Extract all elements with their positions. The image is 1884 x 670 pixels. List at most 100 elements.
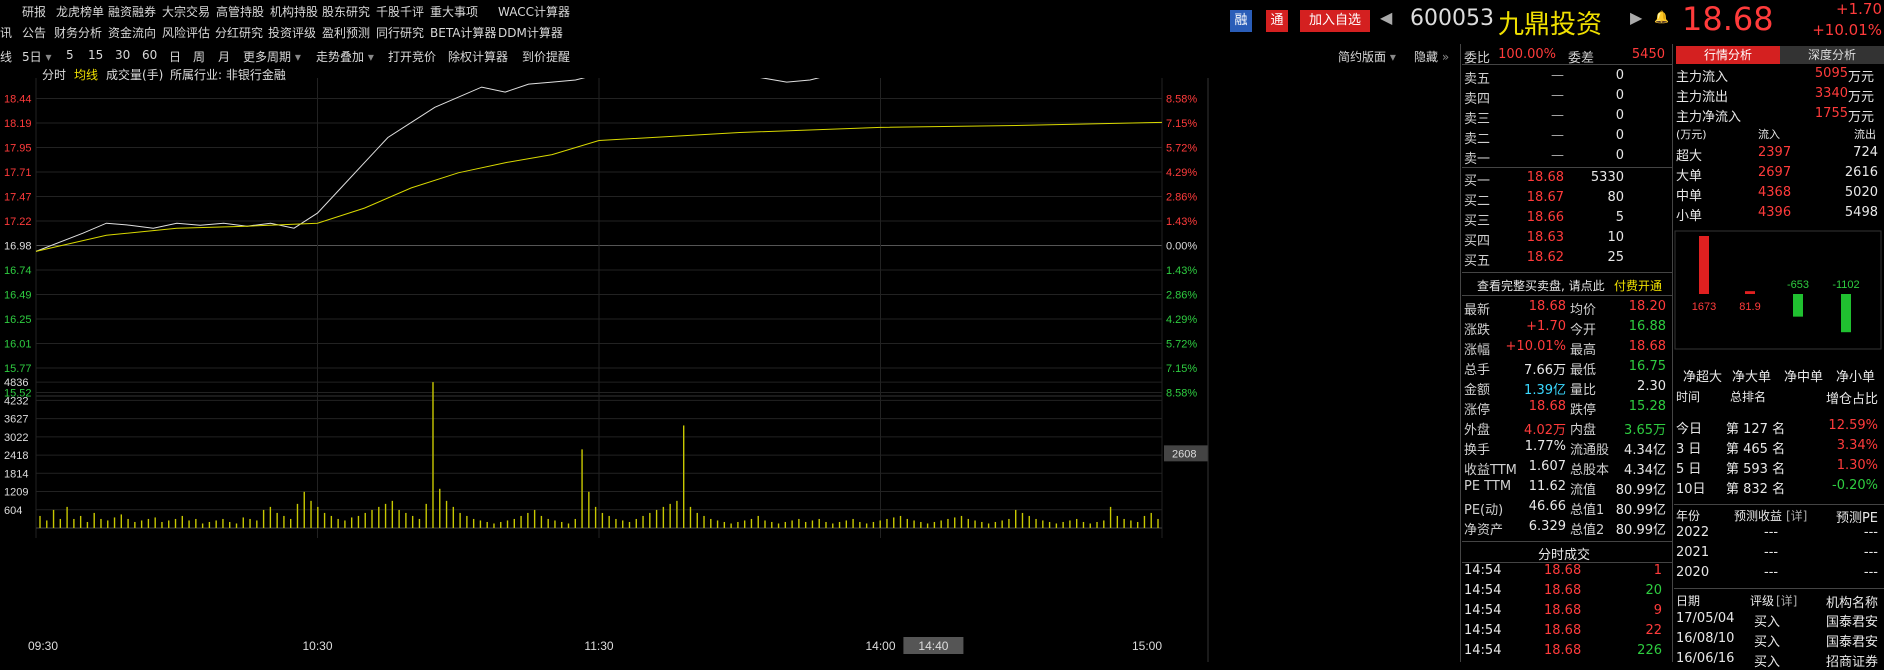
menu-item-9[interactable]: WACC计算器 bbox=[498, 3, 570, 20]
menu-item-3[interactable]: 大宗交易 bbox=[162, 3, 210, 20]
interval-5[interactable]: 5 bbox=[66, 48, 74, 62]
menu-item-r2-4[interactable]: 分红研究 bbox=[215, 24, 263, 41]
tick-time: 14:54 bbox=[1464, 563, 1502, 578]
rating-org-header: 机构名称 bbox=[1825, 596, 1878, 611]
y-left-tick: 16.98 bbox=[4, 241, 32, 253]
interval-week[interactable]: 周 bbox=[193, 48, 205, 65]
exright-calculator-button[interactable]: 除权计算器 bbox=[448, 48, 508, 65]
menu-item-5[interactable]: 机构持股 bbox=[270, 3, 318, 20]
net-label: 净小单 bbox=[1836, 370, 1876, 385]
bell-icon[interactable]: 🔔 bbox=[1654, 10, 1669, 24]
quote-value: 16.88 bbox=[1628, 319, 1666, 334]
menu-item-r2-7[interactable]: 同行研究 bbox=[376, 24, 424, 41]
menu-item-r2-8[interactable]: BETA计算器 bbox=[430, 24, 496, 41]
overlay-menu[interactable]: 走势叠加 ▾ bbox=[316, 48, 374, 65]
sell-volume: 0 bbox=[1615, 68, 1624, 83]
tick-volume: 226 bbox=[1637, 643, 1662, 658]
rating-value: 买入 bbox=[1754, 655, 1781, 670]
hide-button[interactable]: 隐藏 » bbox=[1414, 48, 1449, 65]
orderbook-divider bbox=[1462, 64, 1672, 65]
menu-item-r2-6[interactable]: 盈利预测 bbox=[322, 24, 370, 41]
net-flow-chart: 1673 81.9 -653 -1102 bbox=[1674, 230, 1882, 350]
stock-code: 600053 bbox=[1410, 6, 1494, 31]
menu-item-r2-1[interactable]: 财务分析 bbox=[54, 24, 102, 41]
quote-label: 涨幅 bbox=[1464, 343, 1491, 358]
interval-day[interactable]: 日 bbox=[169, 48, 181, 65]
tab-quote-analysis[interactable]: 行情分析 bbox=[1676, 46, 1780, 64]
chevron-down-icon: ▾ bbox=[41, 50, 52, 64]
orderbook-divider bbox=[1462, 167, 1672, 168]
rating-header: 评级 bbox=[1750, 594, 1775, 608]
sell-volume: 0 bbox=[1615, 128, 1624, 143]
price-alert-button[interactable]: 到价提醒 bbox=[522, 48, 570, 65]
buy-label: 买三 bbox=[1464, 214, 1491, 229]
rating-detail-link[interactable]: [详] bbox=[1776, 592, 1797, 609]
net-label: 净大单 bbox=[1732, 370, 1772, 385]
forecast-eps-header: 预测收益 bbox=[1734, 509, 1783, 523]
next-stock-icon[interactable]: ▶ bbox=[1630, 8, 1642, 27]
weibi-value: 100.00% bbox=[1498, 47, 1556, 62]
top-menu: 研报 龙虎榜单 融资融券 大宗交易 高管持股 机构持股 股东研究 千股千评 重大事项 WACC计算… bbox=[0, 0, 700, 44]
simple-layout-menu[interactable]: 简约版面 ▾ bbox=[1338, 48, 1396, 65]
quote-value: 1.607 bbox=[1528, 459, 1566, 474]
net-flow-value: 1673 bbox=[1692, 301, 1716, 313]
x-tick: 14:00 bbox=[865, 639, 895, 653]
rank-time: 今日 bbox=[1676, 422, 1703, 437]
pay-link[interactable]: 付费开通 bbox=[1614, 277, 1662, 294]
menu-item-r2-2[interactable]: 资金流向 bbox=[108, 24, 156, 41]
auction-button[interactable]: 打开竞价 bbox=[388, 48, 436, 65]
net-flow-bar bbox=[1841, 294, 1851, 333]
y-left-tick: 18.19 bbox=[4, 118, 32, 130]
forecast-divider bbox=[1674, 504, 1884, 505]
menu-item-2[interactable]: 融资融券 bbox=[108, 3, 156, 20]
quote-value: 80.99亿 bbox=[1615, 483, 1666, 498]
chevron-down-icon: ▾ bbox=[1386, 50, 1396, 64]
sell-price: — bbox=[1551, 68, 1564, 83]
intraday-chart[interactable]: 18.68 10.01% 18.44 8.58% 18.19 7.15% 17.95 5.72… bbox=[0, 78, 1460, 662]
menu-item-r2-9[interactable]: DDM计算器 bbox=[498, 24, 563, 41]
tick-price: 18.68 bbox=[1544, 623, 1582, 638]
flow-out-value: 5498 bbox=[1844, 205, 1878, 220]
rating-date: 16/08/10 bbox=[1676, 631, 1735, 646]
rating-org: 招商证券 bbox=[1825, 655, 1878, 670]
rank-value: 第 127 名 bbox=[1726, 422, 1786, 437]
menu-item-r2-3[interactable]: 风险评估 bbox=[162, 24, 210, 41]
menu-item-r2-5[interactable]: 投资评级 bbox=[268, 24, 316, 41]
menu-item-4[interactable]: 高管持股 bbox=[216, 3, 264, 20]
forecast-pe: --- bbox=[1863, 545, 1878, 560]
menu-item-8[interactable]: 重大事项 bbox=[430, 3, 478, 20]
menu-item-0[interactable]: 研报 bbox=[22, 3, 46, 20]
more-period-menu[interactable]: 更多周期 ▾ bbox=[243, 48, 301, 65]
rank-value: 第 465 名 bbox=[1726, 442, 1786, 457]
menu-item-1[interactable]: 龙虎榜单 bbox=[56, 3, 104, 20]
y-right-tick: 7.15% bbox=[1166, 118, 1197, 130]
forecast-year-header: 年份 bbox=[1676, 509, 1701, 523]
line-label: 线 bbox=[0, 50, 13, 64]
tong-badge[interactable]: 通 bbox=[1266, 10, 1288, 32]
add-watch-button[interactable]: 加入自选 bbox=[1300, 10, 1370, 32]
buy-volume: 5 bbox=[1615, 210, 1624, 225]
flow-unit-label: (万元) bbox=[1676, 128, 1707, 141]
forecast-detail-link[interactable]: [详] bbox=[1786, 507, 1807, 524]
prev-stock-icon[interactable]: ◀ bbox=[1380, 8, 1392, 27]
period-select[interactable]: 5日 ▾ bbox=[22, 48, 51, 65]
interval-15[interactable]: 15 bbox=[88, 48, 103, 62]
menu-item-6[interactable]: 股东研究 bbox=[322, 3, 370, 20]
net-flow-bar bbox=[1745, 291, 1755, 294]
y-right-tick: 2.86% bbox=[1166, 192, 1197, 204]
main-flow-value: 3340 bbox=[1814, 86, 1848, 101]
interval-30[interactable]: 30 bbox=[115, 48, 130, 62]
menu-item-7[interactable]: 千股千评 bbox=[376, 3, 424, 20]
quote-label: 外盘 bbox=[1464, 423, 1491, 438]
rong-badge[interactable]: 融 bbox=[1230, 10, 1252, 32]
rating-value: 买入 bbox=[1754, 635, 1781, 650]
interval-60[interactable]: 60 bbox=[142, 48, 157, 62]
quote-value: 2.30 bbox=[1637, 379, 1666, 394]
interval-month[interactable]: 月 bbox=[218, 48, 230, 65]
tab-deep-analysis[interactable]: 深度分析 bbox=[1780, 46, 1884, 64]
simple-layout-label: 简约版面 bbox=[1338, 50, 1387, 64]
sell-volume: 0 bbox=[1615, 108, 1624, 123]
y-left-tick: 16.25 bbox=[4, 314, 32, 326]
overlay-label: 走势叠加 bbox=[316, 50, 365, 64]
menu-item-r2-0[interactable]: 公告 bbox=[22, 24, 46, 41]
